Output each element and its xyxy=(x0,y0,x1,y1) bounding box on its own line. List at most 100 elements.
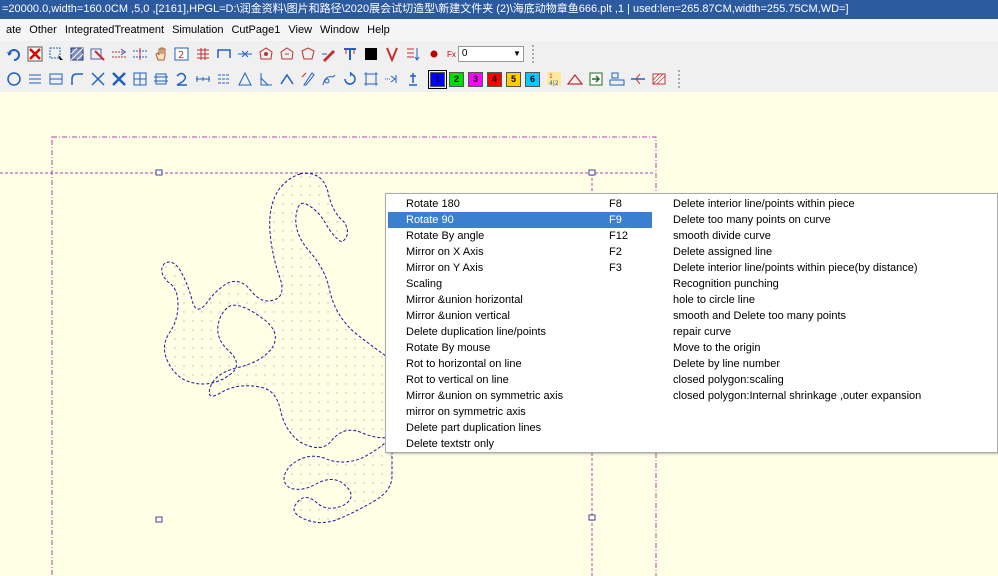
align-icon[interactable] xyxy=(130,45,149,64)
circle-icon[interactable] xyxy=(4,70,23,89)
menu-item-smooth-delete[interactable]: smooth and Delete too many points xyxy=(673,308,846,324)
knife-line-icon[interactable] xyxy=(628,70,647,89)
menu-item-delete-by-line-number[interactable]: Delete by line number xyxy=(673,356,780,372)
layout-icon[interactable] xyxy=(607,70,626,89)
frame-icon[interactable] xyxy=(361,70,380,89)
menu-item-closed-polygon-scaling[interactable]: closed polygon:scaling xyxy=(673,372,784,388)
import-icon[interactable] xyxy=(586,70,605,89)
undo-icon[interactable] xyxy=(4,45,23,64)
menu-other[interactable]: Other xyxy=(25,19,61,41)
menu-help[interactable]: Help xyxy=(363,19,394,41)
toolbar-grip[interactable] xyxy=(528,45,534,63)
menu-item-rotate-by-mouse[interactable]: Rotate By mouse xyxy=(388,340,652,356)
measure-icon[interactable] xyxy=(193,70,212,89)
menu-simulation[interactable]: Simulation xyxy=(168,19,227,41)
menu-item-scaling[interactable]: Scaling xyxy=(388,276,652,292)
menu-item-move-origin[interactable]: Move to the origin xyxy=(673,340,760,356)
move-points-icon[interactable] xyxy=(109,45,128,64)
measure-b-icon[interactable] xyxy=(214,70,233,89)
pen-number-2[interactable]: 2 xyxy=(449,71,464,87)
black-square-icon[interactable] xyxy=(361,45,380,64)
fx-label: Fx xyxy=(447,49,456,59)
menu-item-hole-to-circle[interactable]: hole to circle line xyxy=(673,292,755,308)
hatch-icon[interactable] xyxy=(67,45,86,64)
hatch-box-icon[interactable] xyxy=(649,70,668,89)
menu-integrated-treatment[interactable]: IntegratedTreatment xyxy=(61,19,168,41)
shape-c-icon[interactable] xyxy=(298,45,317,64)
menu-item-mirror-x[interactable]: Mirror on X Axis F2 xyxy=(388,244,652,260)
fraction-icon[interactable]: 1 4|2 xyxy=(544,70,563,89)
shape-a-icon[interactable] xyxy=(256,45,275,64)
menu-item-mirror-union-vertical[interactable]: Mirror &union vertical xyxy=(388,308,652,324)
menu-item-rot-horizontal[interactable]: Rot to horizontal on line xyxy=(388,356,652,372)
fx-combo[interactable]: Fx 0 ▼ xyxy=(447,46,524,62)
cross-x-icon[interactable] xyxy=(88,70,107,89)
menu-item-mirror-union-horizontal[interactable]: Mirror &union horizontal xyxy=(388,292,652,308)
pattern-icon[interactable] xyxy=(88,45,107,64)
delete-icon[interactable] xyxy=(25,45,44,64)
tent-icon[interactable] xyxy=(565,70,584,89)
dots-icon[interactable] xyxy=(382,70,401,89)
arrow-join-icon[interactable] xyxy=(235,45,254,64)
menu-item-delete-part-duplication[interactable]: Delete part duplication lines xyxy=(388,420,652,436)
pen-number-4[interactable]: 4 xyxy=(487,71,502,87)
menu-ate[interactable]: ate xyxy=(2,19,25,41)
menu-item-rot-vertical[interactable]: Rot to vertical on line xyxy=(388,372,652,388)
pen-number-5[interactable]: 5 xyxy=(506,71,521,87)
menu-window[interactable]: Window xyxy=(316,19,363,41)
fx-select[interactable]: 0 ▼ xyxy=(457,46,524,62)
parallel-lines-icon[interactable] xyxy=(25,70,44,89)
hand-icon[interactable] xyxy=(151,45,170,64)
shape-b-icon[interactable] xyxy=(277,45,296,64)
grid-b-icon[interactable] xyxy=(151,70,170,89)
triangle-icon[interactable] xyxy=(235,70,254,89)
pen-number-3[interactable]: 3 xyxy=(468,71,483,87)
rect-open-icon[interactable] xyxy=(214,45,233,64)
menu-cutpage1[interactable]: CutPage1 xyxy=(227,19,284,41)
v-icon[interactable] xyxy=(382,45,401,64)
menu-item-smooth-divide[interactable]: smooth divide curve xyxy=(673,228,771,244)
menu-view[interactable]: View xyxy=(284,19,316,41)
mirror-icon[interactable] xyxy=(319,70,338,89)
menu-item-mirror-y[interactable]: Mirror on Y Axis F3 xyxy=(388,260,652,276)
menu-item-recognition-punching[interactable]: Recognition punching xyxy=(673,276,779,292)
menu-item-mirror-symmetric[interactable]: mirror on symmetric axis xyxy=(388,404,652,420)
dot-icon[interactable] xyxy=(424,45,443,64)
caret-icon[interactable] xyxy=(277,70,296,89)
select-rect-icon[interactable] xyxy=(46,45,65,64)
menu-item-closed-polygon-shrink[interactable]: closed polygon:Internal shrinkage ,outer… xyxy=(673,388,921,404)
node-number-icon[interactable]: 2 xyxy=(172,45,191,64)
cross-xx-icon[interactable] xyxy=(109,70,128,89)
menu-item-mirror-union-symmetric[interactable]: Mirror &union on symmetric axis xyxy=(388,388,652,404)
table-icon[interactable] xyxy=(193,45,212,64)
menu-item-delete-assigned[interactable]: Delete assigned line xyxy=(673,244,772,260)
grid-a-icon[interactable] xyxy=(130,70,149,89)
menu-item-delete-too-many-points[interactable]: Delete too many points on curve xyxy=(673,212,831,228)
menu-item-delete-textstr[interactable]: Delete textstr only xyxy=(388,436,652,452)
pen-number-6[interactable]: 6 xyxy=(525,71,540,87)
pen-icon[interactable] xyxy=(319,45,338,64)
handle-top-right[interactable] xyxy=(588,169,596,176)
menu-item-delete-interior[interactable]: Delete interior line/points within piece xyxy=(673,196,855,212)
handle-top-left[interactable] xyxy=(155,169,163,176)
menu-item-rotate-90[interactable]: Rotate 90 F9 xyxy=(388,212,652,228)
octopus-piece[interactable] xyxy=(161,172,393,524)
handle-bottom-right[interactable] xyxy=(588,514,596,521)
clip-icon[interactable] xyxy=(298,70,317,89)
box-icon[interactable] xyxy=(46,70,65,89)
angle-icon[interactable] xyxy=(256,70,275,89)
sort-icon[interactable] xyxy=(403,45,422,64)
menu-item-repair-curve[interactable]: repair curve xyxy=(673,324,731,340)
menu-item-delete-duplication[interactable]: Delete duplication line/points xyxy=(388,324,652,340)
menu-item-rotate-180[interactable]: Rotate 180 F8 xyxy=(388,196,652,212)
stand-icon[interactable] xyxy=(403,70,422,89)
menu-item-delete-interior-distance[interactable]: Delete interior line/points within piece… xyxy=(673,260,918,276)
rotate-icon[interactable] xyxy=(340,70,359,89)
curve-2-icon[interactable] xyxy=(172,70,191,89)
toolbar-grip[interactable] xyxy=(674,70,680,88)
handle-bottom-left[interactable] xyxy=(155,516,163,523)
corner-icon[interactable] xyxy=(67,70,86,89)
menu-item-rotate-by-angle[interactable]: Rotate By angle F12 xyxy=(388,228,652,244)
pen-number-1[interactable]: 1 xyxy=(428,69,447,89)
knife-icon[interactable] xyxy=(340,45,359,64)
